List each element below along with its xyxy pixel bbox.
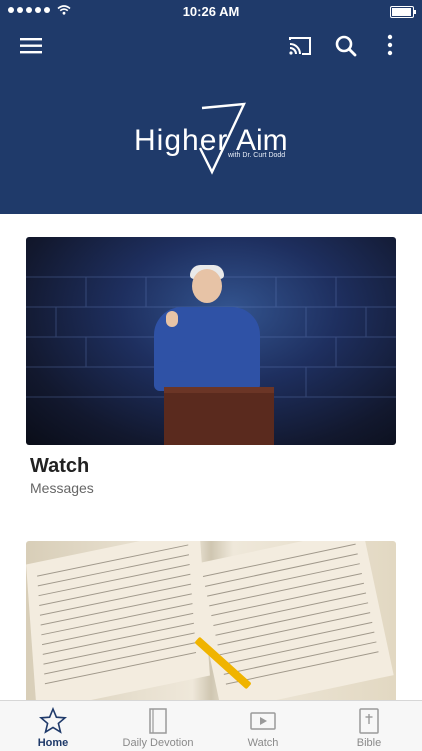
search-button[interactable] — [332, 32, 360, 60]
higher-aim-logo: Higher Aim with Dr. Curt Dodd — [130, 102, 292, 180]
app-header: Higher Aim with Dr. Curt Dodd — [0, 22, 422, 214]
status-time: 10:26 AM — [182, 4, 240, 19]
speaker-hand — [166, 311, 178, 327]
tab-label: Bible — [356, 737, 382, 749]
status-bar: 10:26 AM — [0, 0, 422, 22]
pulpit — [164, 387, 274, 445]
bible-card-image[interactable] — [26, 541, 396, 700]
logo-subtitle: with Dr. Curt Dodd — [228, 152, 286, 159]
tab-label: Home — [37, 737, 69, 749]
text-lines — [37, 544, 197, 685]
bible-icon — [359, 708, 379, 734]
bible-card[interactable] — [26, 541, 396, 700]
menu-button[interactable] — [18, 32, 46, 60]
play-video-icon — [250, 712, 276, 730]
tab-label: Daily Devotion — [122, 737, 194, 749]
battery-icon — [390, 6, 416, 18]
tab-label: Watch — [247, 737, 279, 749]
speaker-head — [192, 269, 222, 303]
more-options-button[interactable] — [376, 32, 404, 60]
book-icon — [149, 708, 167, 734]
card-title: Watch — [30, 455, 90, 477]
bible-page-right — [190, 541, 394, 700]
star-icon — [39, 707, 67, 734]
bottom-tab-bar: Home Daily Devotion Watch Bible — [0, 700, 422, 751]
cast-icon — [289, 37, 311, 55]
content-feed: Watch Messages — [0, 214, 422, 700]
menu-icon — [20, 38, 42, 54]
tab-home[interactable]: Home — [11, 701, 95, 751]
tab-daily-devotion[interactable]: Daily Devotion — [116, 701, 200, 751]
text-lines — [202, 543, 379, 685]
cast-button[interactable] — [286, 32, 314, 60]
tab-watch[interactable]: Watch — [221, 701, 305, 751]
battery-fill — [392, 8, 411, 16]
logo-word-higher: Higher — [134, 124, 229, 157]
search-icon — [335, 35, 357, 57]
card-subtitle: Messages — [30, 480, 94, 496]
watch-card[interactable]: Watch Messages — [26, 237, 396, 496]
watch-card-image[interactable] — [26, 237, 396, 445]
tab-bible[interactable]: Bible — [327, 701, 411, 751]
bible-page-left — [26, 541, 210, 700]
more-vertical-icon — [387, 34, 393, 56]
